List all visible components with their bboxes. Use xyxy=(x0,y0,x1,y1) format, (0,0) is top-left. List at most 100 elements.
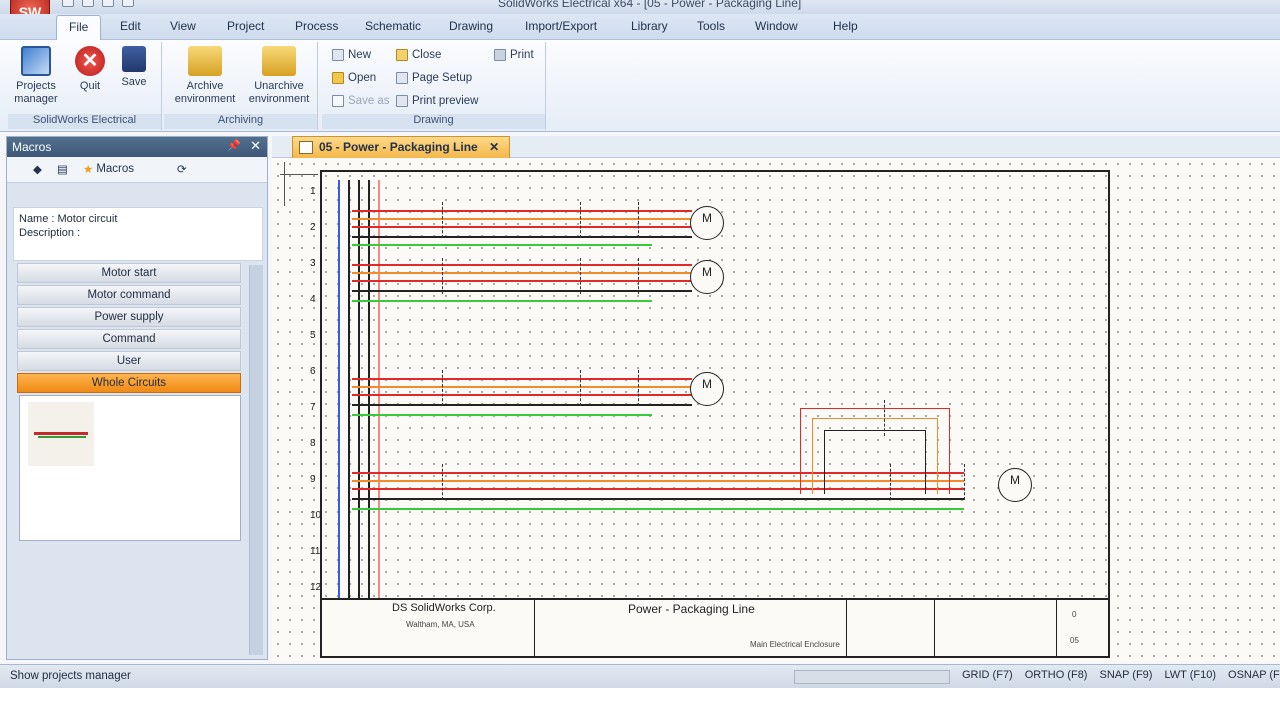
terminal-block[interactable] xyxy=(638,202,639,238)
contactor[interactable] xyxy=(580,258,581,294)
quit-button[interactable]: ✕ Quit xyxy=(66,46,114,93)
close-button[interactable]: Close xyxy=(396,46,441,64)
title-block-divider xyxy=(846,600,847,656)
archive-label: Archive environment xyxy=(174,80,236,105)
rail-black-3 xyxy=(368,180,370,598)
wire-black xyxy=(352,404,692,406)
company-name: DS SolidWorks Corp. xyxy=(392,602,496,614)
quick-access-toolbar xyxy=(62,0,134,7)
refresh-icon[interactable]: ⟳ xyxy=(177,162,187,176)
osnap-toggle[interactable]: OSNAP (F11) xyxy=(1228,669,1280,681)
tab-edit[interactable]: Edit xyxy=(120,19,141,33)
contactor[interactable] xyxy=(580,202,581,238)
macro-list-scrollbar[interactable] xyxy=(249,265,263,655)
macro-categories: Motor start Motor command Power supply C… xyxy=(17,263,241,395)
wire-black xyxy=(352,236,692,238)
tab-file[interactable]: File xyxy=(56,15,102,41)
tab-05-power-packaging-line[interactable]: 05 - Power - Packaging Line ✕ xyxy=(292,136,511,158)
wire-orange xyxy=(352,386,692,388)
close-label: Close xyxy=(412,49,442,61)
print-button[interactable]: Print xyxy=(494,46,534,64)
circuit-breaker[interactable] xyxy=(442,202,443,238)
tab-project[interactable]: Project xyxy=(227,19,264,33)
ucs-crosshair-h xyxy=(280,174,318,175)
unarchive-environment-button[interactable]: Unarchive environment xyxy=(242,46,316,106)
qat-redo-icon[interactable] xyxy=(122,0,134,7)
wire-red xyxy=(352,280,692,282)
tab-window[interactable]: Window xyxy=(755,19,798,33)
ortho-toggle[interactable]: ORTHO (F8) xyxy=(1025,669,1088,681)
tab-schematic[interactable]: Schematic xyxy=(365,19,421,33)
circuit-breaker[interactable] xyxy=(442,370,443,406)
lwt-toggle[interactable]: LWT (F10) xyxy=(1164,669,1216,681)
new-icon xyxy=(332,49,344,61)
projects-manager-button[interactable]: Projects manager xyxy=(12,46,60,106)
circuit-breaker[interactable] xyxy=(442,258,443,294)
terminal-block[interactable] xyxy=(964,464,965,500)
title-block-divider xyxy=(1056,600,1057,656)
category-power-supply[interactable]: Power supply xyxy=(17,307,241,327)
tree-icon[interactable]: ▤ xyxy=(57,162,68,176)
title-block: DS SolidWorks Corp. Waltham, MA, USA Pow… xyxy=(322,598,1108,656)
contactor[interactable] xyxy=(580,370,581,406)
macro-info-box: Name : Motor circuit Description : xyxy=(13,207,263,261)
revision-number: 0 xyxy=(1072,610,1077,619)
macro-thumbnail[interactable] xyxy=(28,402,94,466)
tab-library[interactable]: Library xyxy=(631,19,668,33)
category-motor-start[interactable]: Motor start xyxy=(17,263,241,283)
enclosure-name: Main Electrical Enclosure xyxy=(750,640,840,649)
open-button[interactable]: Open xyxy=(332,69,376,87)
macros-panel-header: Macros 📌 ✕ xyxy=(7,137,267,157)
library-icon[interactable]: ◆ xyxy=(33,162,42,176)
motor-symbol[interactable]: M xyxy=(690,206,724,240)
group-label-solidworks-electrical: SolidWorks Electrical xyxy=(8,114,161,129)
wire-green xyxy=(352,244,652,246)
qat-new-icon[interactable] xyxy=(62,0,74,7)
tab-import-export[interactable]: Import/Export xyxy=(525,19,597,33)
contactor-aux[interactable] xyxy=(884,400,885,436)
archive-environment-button[interactable]: Archive environment xyxy=(168,46,242,106)
snap-toggle[interactable]: SNAP (F9) xyxy=(1099,669,1152,681)
tab-view[interactable]: View xyxy=(170,19,196,33)
grid-toggle[interactable]: GRID (F7) xyxy=(962,669,1013,681)
qat-undo-icon[interactable] xyxy=(102,0,114,7)
print-preview-button[interactable]: Print preview xyxy=(396,92,478,110)
wire-red xyxy=(352,394,692,396)
close-tab-icon[interactable]: ✕ xyxy=(489,140,499,154)
category-whole-circuits[interactable]: Whole Circuits xyxy=(17,373,241,393)
unarchive-icon xyxy=(262,46,296,76)
category-user[interactable]: User xyxy=(17,351,241,371)
motor-symbol[interactable]: M xyxy=(998,468,1032,502)
macro-description-line: Description : xyxy=(19,227,81,239)
pin-icon[interactable]: 📌 xyxy=(227,139,241,152)
drawing-canvas[interactable]: 1 2 3 4 5 6 7 8 9 10 11 12 M M M M DS So… xyxy=(272,158,1280,662)
qat-save-icon[interactable] xyxy=(82,0,94,7)
save-button[interactable]: Save xyxy=(110,46,158,89)
page-setup-button[interactable]: Page Setup xyxy=(396,69,472,87)
wire-red xyxy=(352,378,692,380)
tab-process[interactable]: Process xyxy=(295,19,338,33)
row-number: 6 xyxy=(310,366,316,377)
ribbon-tabs: File Edit View Project Process Schematic… xyxy=(0,14,1280,41)
page-setup-label: Page Setup xyxy=(412,72,473,84)
circuit-breaker[interactable] xyxy=(442,464,443,500)
terminal-block[interactable] xyxy=(638,370,639,406)
close-panel-icon[interactable]: ✕ xyxy=(250,138,261,154)
group-drawing: New Close Print Open Page Setup Save as … xyxy=(322,42,546,130)
title-bar: SW SolidWorks Electrical x64 - [05 - Pow… xyxy=(0,0,1280,30)
wire-red xyxy=(352,226,692,228)
status-text: Show projects manager xyxy=(10,670,131,682)
macros-tab[interactable]: ★ Macros xyxy=(83,162,134,176)
motor-symbol[interactable]: M xyxy=(690,260,724,294)
save-as-button[interactable]: Save as xyxy=(332,92,390,110)
category-motor-command[interactable]: Motor command xyxy=(17,285,241,305)
category-command[interactable]: Command xyxy=(17,329,241,349)
new-button[interactable]: New xyxy=(332,46,371,64)
tab-help[interactable]: Help xyxy=(833,19,858,33)
quit-label: Quit xyxy=(79,80,101,92)
terminal-block[interactable] xyxy=(638,258,639,294)
tab-drawing[interactable]: Drawing xyxy=(449,19,493,33)
projects-manager-icon xyxy=(21,46,51,76)
motor-symbol[interactable]: M xyxy=(690,372,724,406)
tab-tools[interactable]: Tools xyxy=(697,19,725,33)
